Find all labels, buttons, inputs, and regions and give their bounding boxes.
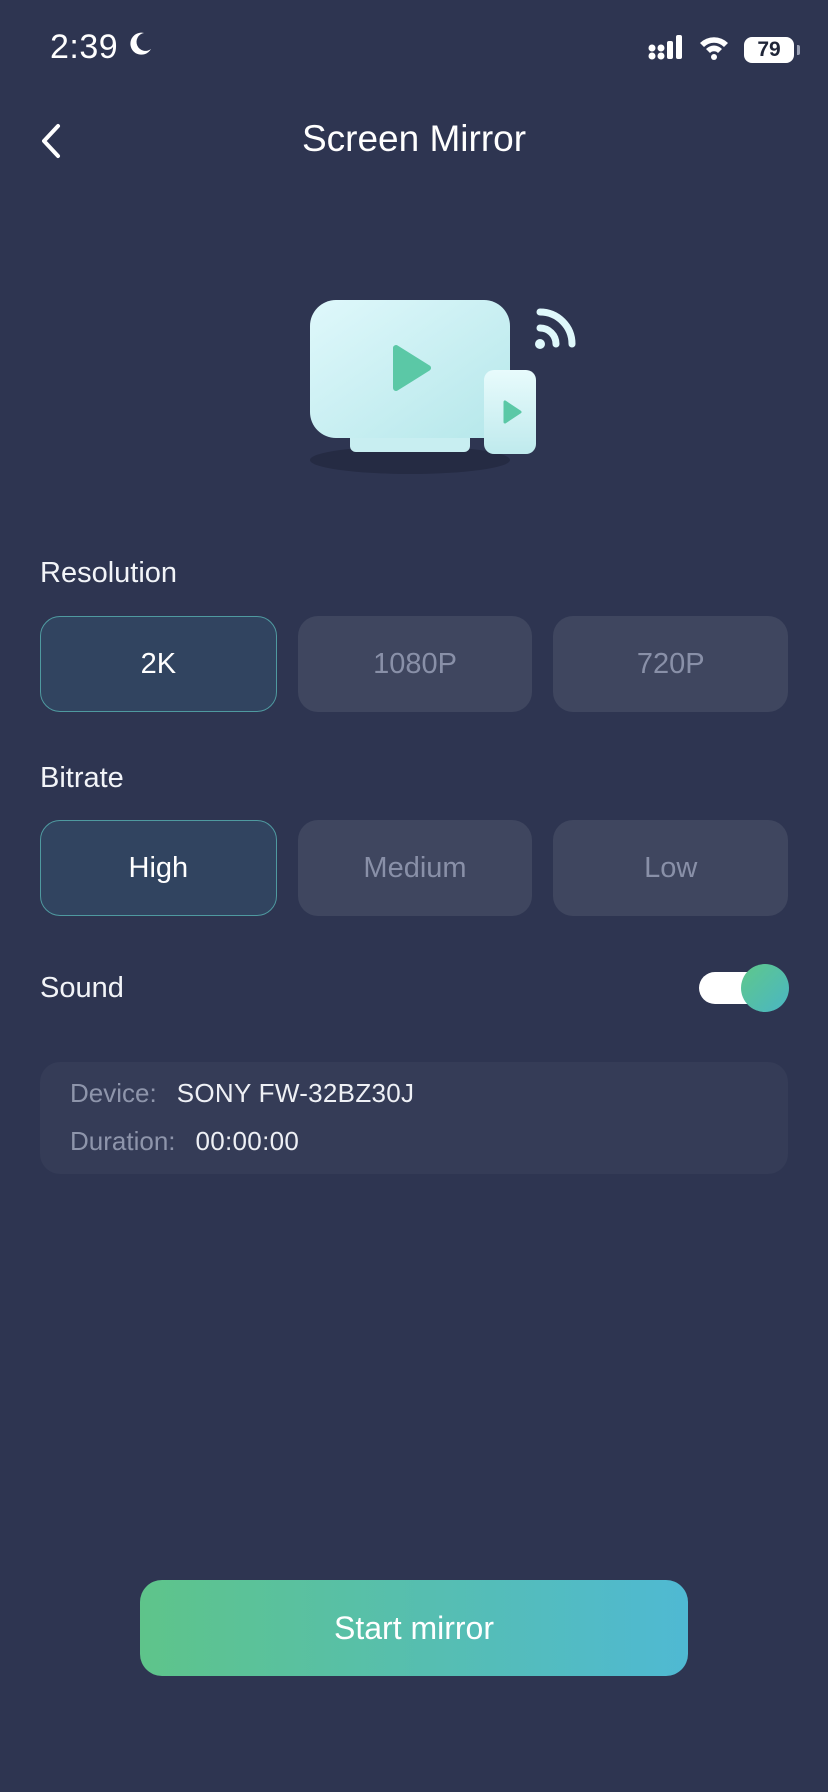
duration-value: 00:00:00 [195, 1126, 300, 1156]
sound-toggle[interactable] [699, 964, 789, 1012]
duration-row: Duration: 00:00:00 [70, 1126, 299, 1157]
resolution-option-2k[interactable]: 2K [40, 616, 277, 712]
sound-label: Sound [40, 972, 124, 1004]
battery-level: 79 [757, 37, 781, 61]
resolution-option-720p[interactable]: 720P [553, 616, 789, 712]
bitrate-option-high[interactable]: High [40, 820, 277, 916]
status-time: 2:39 [50, 28, 119, 66]
device-value: SONY FW-32BZ30J [176, 1078, 415, 1108]
bitrate-option-medium[interactable]: Medium [297, 820, 533, 916]
resolution-options: 2K 1080P 720P [40, 616, 789, 712]
status-icons: 79 [648, 34, 800, 65]
screen-mirror-page: 2:39 79 Screen Mirror Resolution 2K 1080… [0, 0, 828, 1792]
wifi-icon [698, 34, 730, 65]
resolution-label: Resolution [40, 557, 178, 589]
bitrate-option-low[interactable]: Low [553, 820, 789, 916]
battery-icon: 79 [744, 36, 800, 63]
duration-key: Duration: [70, 1126, 176, 1156]
device-key: Device: [70, 1078, 157, 1108]
signal-icon [648, 34, 684, 65]
moon-icon [126, 28, 154, 67]
start-mirror-button[interactable]: Start mirror [140, 1580, 688, 1676]
sound-toggle-knob [741, 964, 789, 1012]
device-info-card: Device: SONY FW-32BZ30J Duration: 00:00:… [40, 1062, 788, 1174]
device-row: Device: SONY FW-32BZ30J [70, 1078, 414, 1109]
bitrate-label: Bitrate [40, 762, 124, 794]
tv-phone-cast-illustration [300, 290, 590, 480]
status-time-group: 2:39 [50, 28, 154, 67]
resolution-option-1080p[interactable]: 1080P [297, 616, 533, 712]
bitrate-options: High Medium Low [40, 820, 789, 916]
page-title: Screen Mirror [301, 118, 527, 159]
